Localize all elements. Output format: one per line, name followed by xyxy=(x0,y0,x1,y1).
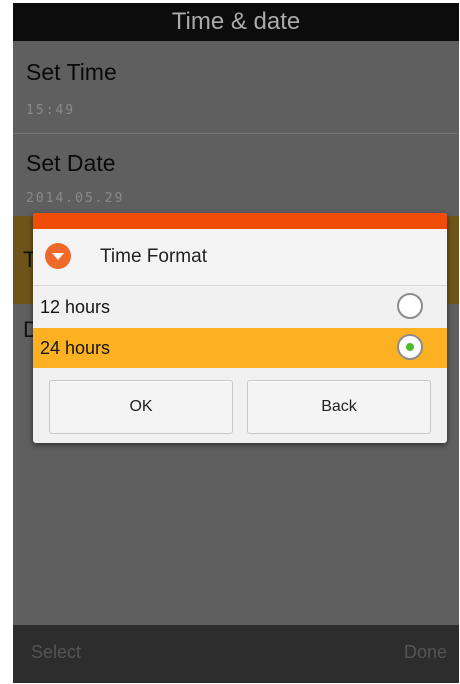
title-bar: Time & date xyxy=(13,3,459,41)
radio-button-unchecked[interactable] xyxy=(397,293,423,319)
dialog-title: Time Format xyxy=(100,246,207,267)
option-24-hours[interactable]: 24 hours xyxy=(33,328,447,368)
set-date-title: Set Date xyxy=(26,150,116,176)
option-label: 12 hours xyxy=(40,297,111,317)
dialog-header: Time Format xyxy=(33,229,447,286)
chevron-down-icon xyxy=(45,243,71,269)
radio-button-checked[interactable] xyxy=(397,334,423,360)
set-time-value: 15:49 xyxy=(26,103,76,118)
back-button[interactable]: Back xyxy=(247,380,431,434)
set-time-item[interactable]: Set Time 15:49 xyxy=(13,41,459,134)
time-format-dialog: Time Format 12 hours 24 hours OK Back xyxy=(33,213,447,443)
set-date-item[interactable]: Set Date 2014.05.29 xyxy=(13,134,459,217)
done-softkey[interactable]: Done xyxy=(404,642,447,663)
page-title: Time & date xyxy=(171,8,301,35)
bottom-bar: Select Done xyxy=(13,625,459,683)
option-label: 24 hours xyxy=(40,338,111,358)
dialog-accent-bar xyxy=(33,213,447,229)
ok-button[interactable]: OK xyxy=(49,380,233,434)
set-date-value: 2014.05.29 xyxy=(26,191,125,206)
set-time-title: Set Time xyxy=(26,59,117,85)
radio-selected-dot xyxy=(406,343,414,351)
select-softkey[interactable]: Select xyxy=(31,642,81,663)
option-12-hours[interactable]: 12 hours xyxy=(33,287,447,327)
